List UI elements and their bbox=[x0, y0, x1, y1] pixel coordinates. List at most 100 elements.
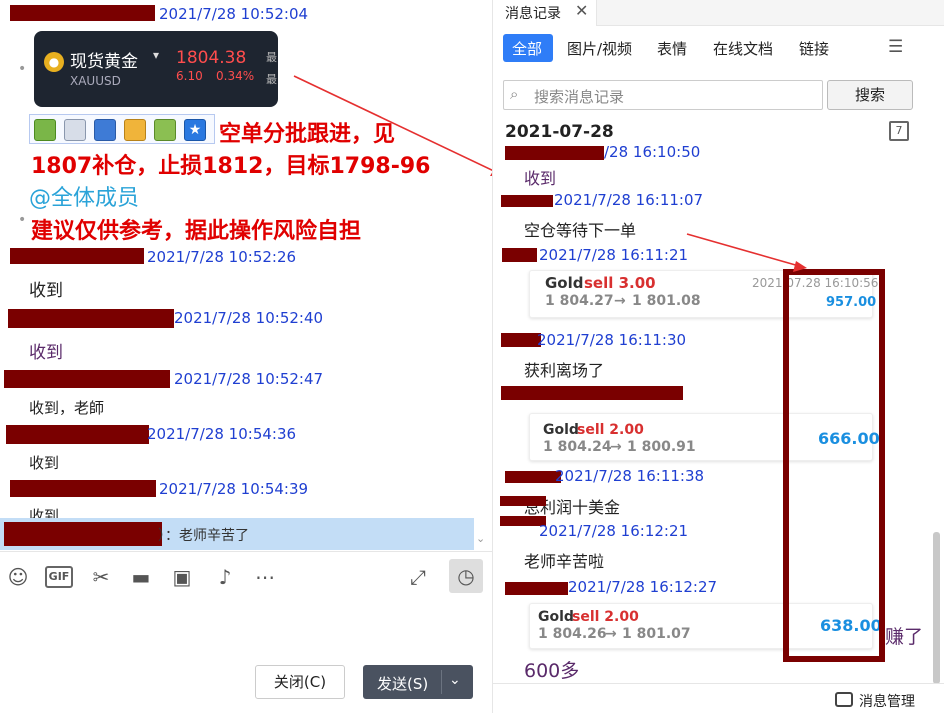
history-clock-icon[interactable]: ◷ bbox=[449, 559, 483, 593]
image-icon[interactable]: ▣ bbox=[169, 564, 195, 590]
message-manage-link[interactable]: 消息管理 bbox=[859, 691, 915, 711]
bell-icon[interactable]: ♪ bbox=[212, 564, 238, 590]
reply-quote-bar[interactable]: ）：老师辛苦了 bbox=[0, 518, 474, 550]
announcement-line: 建议仅供参考，据此操作风险自担 bbox=[31, 219, 362, 244]
message-text: 收到 bbox=[29, 454, 60, 472]
collapse-icon[interactable]: ⌄ bbox=[476, 532, 485, 545]
redacted-sender bbox=[505, 146, 604, 160]
redacted-sender bbox=[501, 386, 683, 400]
trade-price-to: 1 801.08 bbox=[632, 293, 701, 309]
gif-icon[interactable]: GIF bbox=[45, 566, 73, 588]
filter-icon[interactable]: ☰ bbox=[888, 37, 903, 57]
redacted-sender bbox=[500, 496, 546, 506]
message-time: 2021/7/28 16:12:21 bbox=[539, 522, 689, 540]
history-panel: 消息记录 ✕ 全部 图片/视频 表情 在线文档 链接 ☰ ⌕ 搜索消息记录 搜索… bbox=[493, 0, 944, 713]
star-icon[interactable]: ★ bbox=[184, 119, 206, 141]
coin-icon: ● bbox=[44, 52, 64, 72]
message-time: 2021/7/28 10:52:47 bbox=[174, 370, 324, 388]
message-time: 2021/7/28 16:11:21 bbox=[539, 246, 689, 264]
tab-links[interactable]: 链接 bbox=[799, 38, 829, 59]
message-time: 2021/7/28 16:11:07 bbox=[554, 191, 704, 209]
share-icon-bar: ★ bbox=[29, 114, 215, 144]
scrollbar-thumb[interactable] bbox=[933, 532, 940, 684]
bullet: • bbox=[18, 61, 27, 77]
emoji-icon[interactable]: ☺ bbox=[5, 564, 31, 590]
tab-all[interactable]: 全部 bbox=[503, 34, 553, 62]
redacted-sender bbox=[10, 480, 156, 497]
send-label: 发送(S) bbox=[377, 675, 429, 693]
redacted-sender bbox=[505, 471, 561, 483]
caret-down-icon[interactable]: ▾ bbox=[153, 48, 159, 62]
trade-symbol: Gold bbox=[538, 609, 574, 625]
redacted-sender bbox=[8, 309, 174, 328]
message-time: 2021/7/28 16:11:30 bbox=[537, 331, 687, 349]
annotation-arrow bbox=[686, 233, 807, 272]
quote-change: 6.10 bbox=[176, 69, 203, 83]
tab-label: 全部 bbox=[512, 40, 543, 58]
image-icon[interactable] bbox=[154, 119, 176, 141]
calendar-icon[interactable]: 7 bbox=[889, 121, 909, 141]
screen-icon[interactable] bbox=[94, 119, 116, 141]
message-text: 获利离场了 bbox=[524, 361, 605, 380]
mention-all[interactable]: @全体成员 bbox=[29, 180, 139, 212]
trade-symbol: Gold bbox=[543, 422, 579, 438]
search-icon: ⌕ bbox=[510, 85, 519, 103]
message-time: 2021/7/28 10:52:40 bbox=[174, 309, 324, 327]
close-button[interactable]: 关闭(C) bbox=[255, 665, 345, 699]
quote-side-label: 最 bbox=[266, 51, 277, 64]
trade-price-from: 1 804.27 bbox=[545, 293, 614, 309]
message-time: /28 16:10:50 bbox=[604, 143, 701, 161]
message-text: 老师辛苦啦 bbox=[524, 552, 605, 571]
trade-side: sell 3.00 bbox=[584, 274, 656, 292]
message-text: 600多 bbox=[524, 660, 580, 682]
trade-side: sell 2.00 bbox=[572, 609, 639, 625]
close-icon[interactable]: ✕ bbox=[575, 1, 588, 20]
bullet: • bbox=[18, 212, 27, 228]
tab-media[interactable]: 图片/视频 bbox=[567, 38, 632, 59]
message-time: 2021/7/28 10:54:39 bbox=[159, 480, 309, 498]
message-time: 2021/7/28 10:52:04 bbox=[159, 5, 309, 23]
chat-panel: 2021/7/28 10:52:04 • ● 现货黄金 ▾ XAUUSD 180… bbox=[0, 0, 493, 713]
tab-label: 消息记录 bbox=[505, 6, 561, 22]
redacted-sender bbox=[4, 370, 170, 388]
search-button[interactable]: 搜索 bbox=[827, 80, 913, 110]
redacted-sender bbox=[6, 425, 149, 444]
message-time: 2021/7/28 10:54:36 bbox=[147, 425, 297, 443]
message-text: 空仓等待下一单 bbox=[524, 221, 637, 240]
emoji-icon[interactable] bbox=[124, 119, 146, 141]
redacted-sender bbox=[10, 248, 144, 264]
expand-icon[interactable]: ⤢ bbox=[405, 564, 431, 590]
message-manage-icon[interactable] bbox=[835, 692, 853, 707]
folder-icon[interactable]: ▬ bbox=[128, 564, 154, 590]
trade-symbol: Gold bbox=[545, 274, 584, 292]
trade-price-to: 1 800.91 bbox=[627, 439, 696, 455]
trade-side: sell 2.00 bbox=[577, 422, 644, 438]
arrow-right-icon: → bbox=[605, 626, 617, 642]
date-header: 2021-07-28 bbox=[505, 122, 614, 142]
annotation-arrow bbox=[293, 75, 492, 176]
more-icon[interactable]: ⋯ bbox=[252, 564, 278, 590]
divider bbox=[493, 683, 944, 684]
redacted-sender bbox=[502, 248, 537, 262]
save-icon[interactable] bbox=[64, 119, 86, 141]
separator bbox=[441, 670, 442, 694]
redacted-sender bbox=[501, 333, 541, 347]
message-time: 2021/7/28 10:52:26 bbox=[147, 248, 297, 266]
send-button[interactable]: 发送(S) ⌄ bbox=[363, 665, 473, 699]
scissors-icon[interactable]: ✂ bbox=[88, 564, 114, 590]
quote-code: XAUUSD bbox=[70, 74, 121, 88]
search-input[interactable]: ⌕ 搜索消息记录 bbox=[503, 80, 823, 110]
redacted-sender bbox=[10, 5, 155, 21]
tab-docs[interactable]: 在线文档 bbox=[713, 38, 773, 59]
gold-quote-card[interactable]: ● 现货黄金 ▾ XAUUSD 1804.38 6.10 0.34% 最 最 bbox=[34, 31, 278, 107]
tab-emoji[interactable]: 表情 bbox=[657, 38, 687, 59]
tab-history[interactable]: 消息记录 ✕ bbox=[493, 0, 597, 26]
plus-icon[interactable] bbox=[34, 119, 56, 141]
chevron-down-icon[interactable]: ⌄ bbox=[449, 672, 461, 688]
quote-side-label: 最 bbox=[266, 73, 277, 86]
highlight-box bbox=[783, 269, 885, 662]
message-text: 收到，老師 bbox=[29, 399, 105, 417]
reply-quote-text: ）：老师辛苦了 bbox=[158, 528, 249, 544]
trade-price-from: 1 804.24 bbox=[543, 439, 612, 455]
trade-price-to: 1 801.07 bbox=[622, 626, 691, 642]
